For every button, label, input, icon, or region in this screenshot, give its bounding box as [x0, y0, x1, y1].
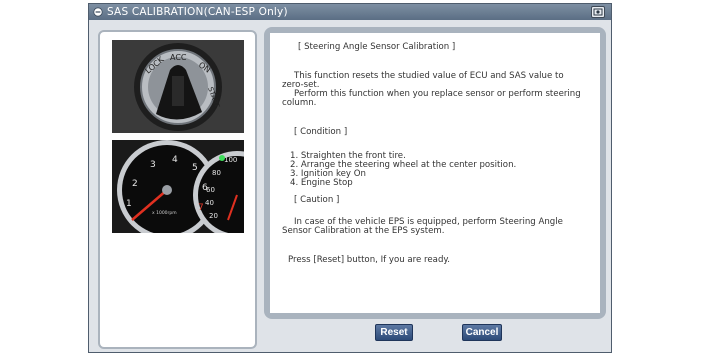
tach-unit-label: x 1000rpm [152, 210, 177, 216]
speed-tick-60: 60 [206, 186, 215, 194]
speed-tick-80: 80 [212, 169, 221, 177]
section-heading: [ Steering Angle Sensor Calibration ] [298, 42, 456, 52]
window-menu-icon[interactable] [92, 6, 104, 18]
cancel-button[interactable]: Cancel [462, 324, 502, 341]
description-line: Perform this function when you replace s… [294, 89, 581, 99]
speed-tick-40: 40 [205, 199, 214, 207]
ignition-switch-image: LOCK ACC ON START [112, 40, 244, 133]
reset-button[interactable]: Reset [375, 324, 413, 341]
ignition-label-acc: ACC [170, 53, 187, 62]
description-line: column. [282, 98, 317, 108]
speed-tick-20: 20 [209, 212, 218, 220]
instruction-text-area: [ Steering Angle Sensor Calibration ] Th… [270, 33, 600, 313]
illustration-panel: LOCK ACC ON START 2 3 4 5 6 7 1 x 1000rp… [98, 30, 257, 349]
tach-tick-1: 1 [126, 199, 132, 209]
instrument-cluster-image: 2 3 4 5 6 7 1 x 1000rpm 100 80 60 40 20 [112, 140, 244, 233]
caution-line: Sensor Calibration at the EPS system. [282, 226, 445, 236]
sas-calibration-dialog: SAS CALIBRATION(CAN-ESP Only) LOCK ACC O… [88, 3, 612, 353]
condition-heading: [ Condition ] [294, 127, 348, 137]
tach-tick-2: 2 [132, 179, 138, 189]
tach-tick-4: 4 [172, 155, 178, 165]
window-icon [593, 8, 603, 16]
ready-prompt: Press [Reset] button, If you are ready. [288, 255, 450, 265]
instruction-panel: [ Steering Angle Sensor Calibration ] Th… [264, 27, 606, 319]
tach-tick-7: 7 [198, 203, 204, 213]
close-button[interactable] [591, 6, 605, 18]
caution-heading: [ Caution ] [294, 195, 340, 205]
description-line: This function resets the studied value o… [294, 71, 564, 81]
title-bar: SAS CALIBRATION(CAN-ESP Only) [89, 4, 611, 20]
condition-item: 4. Engine Stop [290, 178, 353, 188]
speed-tick-100: 100 [224, 156, 237, 164]
tach-tick-5: 5 [192, 163, 198, 173]
tach-tick-3: 3 [150, 160, 156, 170]
window-title: SAS CALIBRATION(CAN-ESP Only) [107, 6, 288, 18]
